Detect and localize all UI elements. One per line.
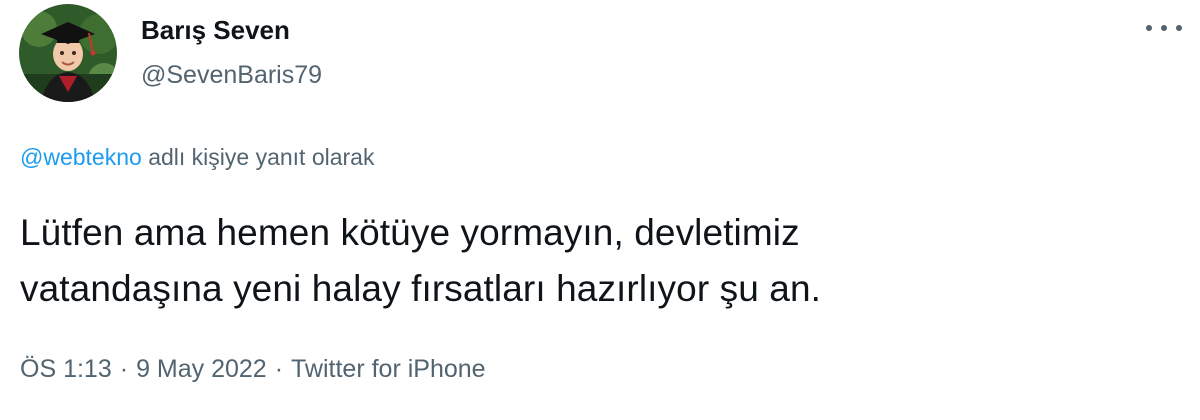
more-horizontal-icon [1146,25,1152,31]
user-handle[interactable]: @SevenBaris79 [141,61,322,90]
tweet-source-link[interactable]: Twitter for iPhone [291,355,486,383]
meta-separator: · [119,355,129,383]
tweet-metadata: ÖS 1:13 · 9 May 2022 · Twitter for iPhone [20,355,486,384]
tweet-text-line: vatandaşına yeni halay fırsatları hazırl… [20,268,822,309]
display-name[interactable]: Barış Seven [141,15,290,46]
avatar[interactable] [19,4,117,102]
tweet-text-line: Lütfen ama hemen kötüye yormayın, devlet… [20,212,800,253]
tweet-text: Lütfen ama hemen kötüye yormayın, devlet… [20,205,1170,317]
meta-separator: · [274,355,284,383]
more-options-button[interactable] [1146,18,1182,38]
tweet-card: Barış Seven @SevenBaris79 @webtekno adlı… [0,0,1200,420]
tweet-date[interactable]: 9 May 2022 [136,355,267,383]
more-horizontal-icon [1161,25,1167,31]
reply-context-text: adlı kişiye yanıt olarak [141,144,375,170]
reply-context: @webtekno adlı kişiye yanıt olarak [20,144,374,171]
reply-mention-link[interactable]: @webtekno [20,144,142,170]
more-horizontal-icon [1176,25,1182,31]
tweet-time[interactable]: ÖS 1:13 [20,355,112,383]
avatar-image [19,4,117,102]
